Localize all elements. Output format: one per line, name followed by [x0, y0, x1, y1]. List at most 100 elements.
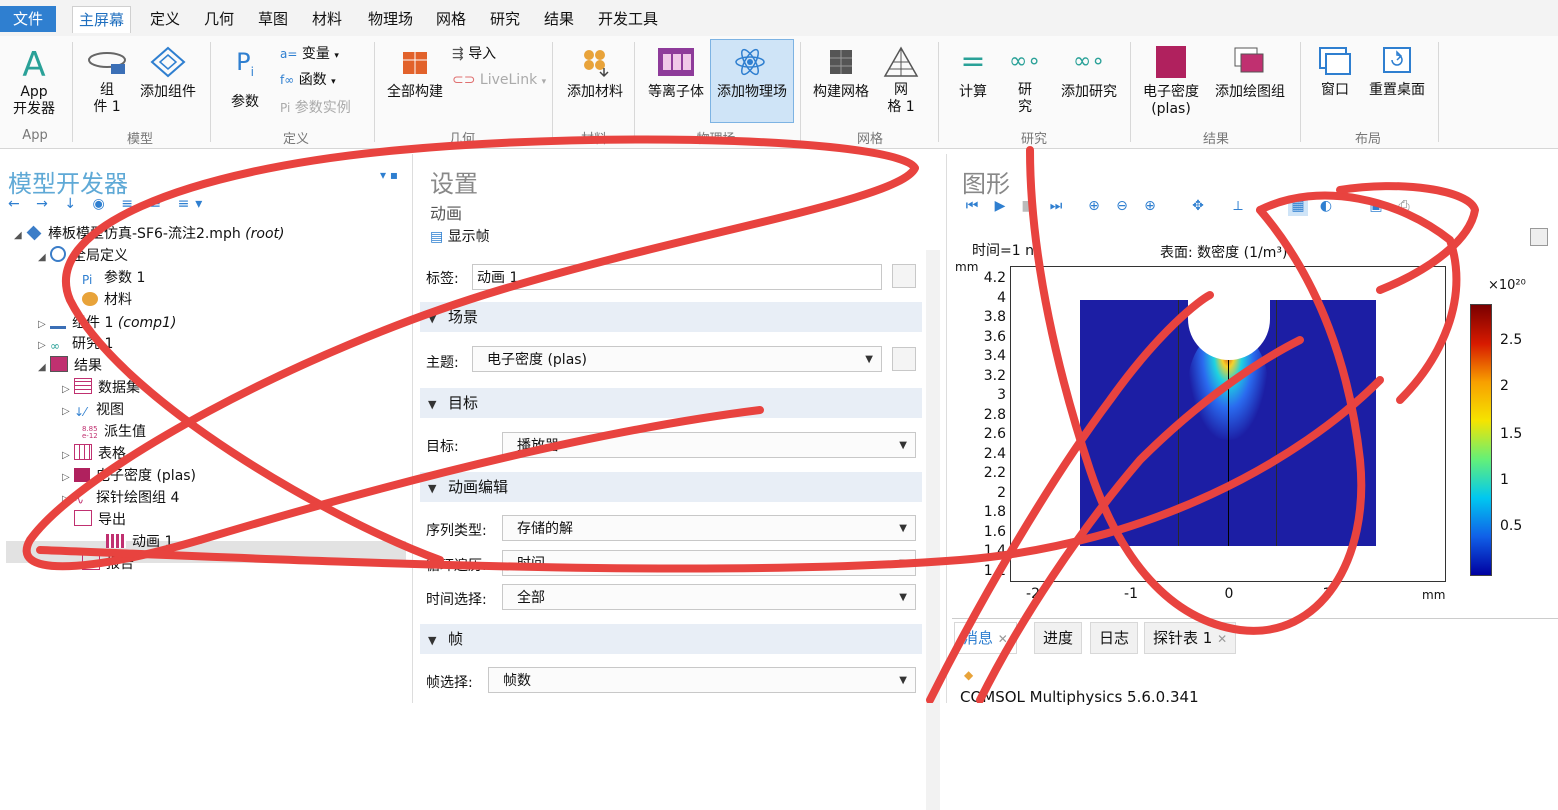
scene-light-icon[interactable]: ◐ [1316, 196, 1336, 216]
electron-density-button[interactable]: 电子密度 (plas) [1138, 46, 1204, 118]
build-mesh-button[interactable]: 构建网格 [808, 46, 874, 101]
tab-probe-table[interactable]: 探针表 1 ✕ [1144, 622, 1237, 654]
label-input[interactable]: 动画 1 [472, 264, 882, 290]
report-icon [82, 554, 100, 570]
tree-global-definitions[interactable]: ◢ 全局定义 [38, 246, 128, 268]
variables-button[interactable]: a= 变量 ▾ [280, 44, 339, 66]
tree-datasets[interactable]: ▷ 数据集 [62, 378, 140, 400]
study-button[interactable]: ∞∘ 研 究 [1002, 46, 1048, 116]
settings-scrollbar[interactable] [926, 250, 940, 810]
menu-results[interactable]: 结果 [538, 6, 580, 32]
play-icon[interactable]: ▶ [990, 196, 1010, 216]
tree-views[interactable]: ▷ ↓⁄ 视图 [62, 400, 124, 422]
tree-animation[interactable]: 动画 1 [106, 532, 173, 552]
tree-derived-values[interactable]: 8.85 e-12 派生值 [82, 422, 146, 442]
show-frame-label: 显示帧 [447, 229, 490, 245]
menu-mesh[interactable]: 网格 [430, 6, 472, 32]
model-builder-toolbar[interactable]: ← → ↓ ◉ ≡ ≡ ≡▾ [8, 196, 208, 212]
add-study-button[interactable]: ∞∘ 添加研究 [1056, 46, 1122, 101]
image-snapshot-icon[interactable]: ▣ [1366, 196, 1386, 216]
tree-results[interactable]: ◢ 结果 [38, 356, 102, 378]
axis-orientation-icon[interactable]: ⟂ [1228, 196, 1248, 216]
close-icon[interactable]: ✕ [998, 632, 1008, 646]
menu-sketch[interactable]: 草图 [252, 6, 294, 32]
component-button[interactable]: 组 件 1 [84, 46, 130, 116]
parameters-button[interactable]: Pi 参数 [220, 46, 270, 111]
film-icon: ▤ [430, 229, 444, 245]
functions-button[interactable]: f∞ 函数 ▾ [280, 70, 336, 92]
tab-messages[interactable]: 消息 ✕ [954, 622, 1017, 654]
livelink-button[interactable]: ⊂⊃ LiveLink ▾ [452, 70, 546, 92]
menu-definitions[interactable]: 定义 [144, 6, 186, 32]
zoom-extents-icon[interactable]: ✥ [1188, 196, 1208, 216]
colorbar-tick-label: 1.5 [1500, 426, 1523, 442]
tree-electron-density[interactable]: ▷ 电子密度 (plas) [62, 466, 196, 488]
tab-progress[interactable]: 进度 [1034, 622, 1083, 654]
show-frame-button[interactable]: ▤ 显示帧 [430, 226, 490, 246]
menu-home[interactable]: 主屏幕 [72, 6, 132, 33]
livelink-icon: ⊂⊃ [452, 72, 476, 88]
mesh1-button[interactable]: 网 格 1 [878, 46, 924, 116]
menu-developer[interactable]: 开发工具 [592, 6, 664, 32]
frame-selection-select[interactable]: 帧数 ▼ [488, 667, 916, 693]
go-to-source-icon[interactable] [892, 347, 916, 371]
warning-icon: ◆ [964, 668, 974, 682]
import-button[interactable]: ⇶ 导入 [452, 44, 496, 64]
menu-materials[interactable]: 材料 [306, 6, 348, 32]
sequence-type-label: 序列类型: [426, 523, 487, 539]
tree-root[interactable]: ◢ 棒板模型仿真-SF6-流注2.mph (root) [14, 224, 284, 246]
menu-study[interactable]: 研究 [484, 6, 526, 32]
model-builder-title: 模型开发器 [8, 170, 128, 198]
grid-icon[interactable]: ▦ [1288, 196, 1308, 216]
camera-icon[interactable] [1530, 228, 1548, 246]
y-tick-label: 4.2 [983, 270, 1006, 286]
chevron-down-icon: ▼ [899, 523, 907, 534]
compute-button[interactable]: = 计算 [950, 46, 996, 101]
tree-probe-plot-group[interactable]: ▷ ∿ 探针绘图组 4 [62, 488, 179, 510]
colorbar-tick-label: 1 [1500, 472, 1509, 488]
app-developer-button[interactable]: A App 开发器 [6, 46, 62, 118]
parameter-instance-button[interactable]: Pi 参数实例 [280, 98, 351, 118]
add-physics-button[interactable]: 添加物理场 [710, 39, 794, 123]
menu-geometry[interactable]: 几何 [198, 6, 240, 32]
label-edit-icon[interactable] [892, 264, 916, 288]
tree-tables[interactable]: ▷ 表格 [62, 444, 126, 466]
sequence-type-select[interactable]: 存储的解 ▼ [502, 515, 916, 541]
build-all-button[interactable]: 全部构建 [384, 46, 446, 101]
loop-over-select[interactable]: 时间 ▼ [502, 550, 916, 576]
window-button[interactable]: 窗口 [1310, 46, 1360, 99]
print-icon[interactable]: ⎙ [1394, 196, 1414, 216]
last-frame-icon[interactable]: ⏭ [1046, 196, 1066, 216]
pane-menu-icon[interactable]: ▾ ▪ [380, 168, 398, 182]
tree-report[interactable]: 报告 [82, 554, 134, 574]
stop-icon[interactable]: ■ [1018, 196, 1038, 216]
section-target[interactable]: ▼ 目标 [420, 388, 922, 418]
section-animation-editing[interactable]: ▼ 动画编辑 [420, 472, 922, 502]
atom-icon [734, 46, 770, 80]
close-icon[interactable]: ✕ [1217, 632, 1227, 646]
zoom-box-icon[interactable]: ⊕ [1140, 196, 1160, 216]
add-plot-group-button[interactable]: 添加绘图组 [1210, 46, 1290, 101]
tree-component[interactable]: ▷ 组件 1 (comp1) [38, 312, 176, 335]
tree-materials[interactable]: 材料 [82, 290, 132, 310]
add-material-button[interactable]: 添加材料 [562, 46, 628, 101]
tab-log[interactable]: 日志 [1090, 622, 1139, 654]
menu-file[interactable]: 文件 [0, 6, 56, 32]
tree-study[interactable]: ▷ ∞ 研究 1 [38, 334, 113, 356]
menu-physics[interactable]: 物理场 [362, 6, 419, 32]
section-frames[interactable]: ▼ 帧 [420, 624, 922, 654]
section-scene[interactable]: ▼ 场景 [420, 302, 922, 332]
tree-parameters[interactable]: Pi 参数 1 [82, 268, 145, 288]
plasma-button[interactable]: 等离子体 [644, 46, 708, 101]
time-selection-select[interactable]: 全部 ▼ [502, 584, 916, 610]
parameters-icon: Pi [236, 48, 254, 79]
tree-export[interactable]: 导出 [62, 510, 126, 530]
zoom-out-icon[interactable]: ⊖ [1112, 196, 1132, 216]
add-component-button[interactable]: 添加组件 [136, 46, 200, 101]
first-frame-icon[interactable]: ⏮ [962, 196, 982, 216]
zoom-in-icon[interactable]: ⊕ [1084, 196, 1104, 216]
subject-select[interactable]: 电子密度 (plas) ▼ [472, 346, 882, 372]
reset-desktop-button[interactable]: 重置桌面 [1364, 46, 1430, 99]
target-select[interactable]: 播放器 ▼ [502, 432, 916, 458]
build-all-icon [400, 46, 430, 78]
